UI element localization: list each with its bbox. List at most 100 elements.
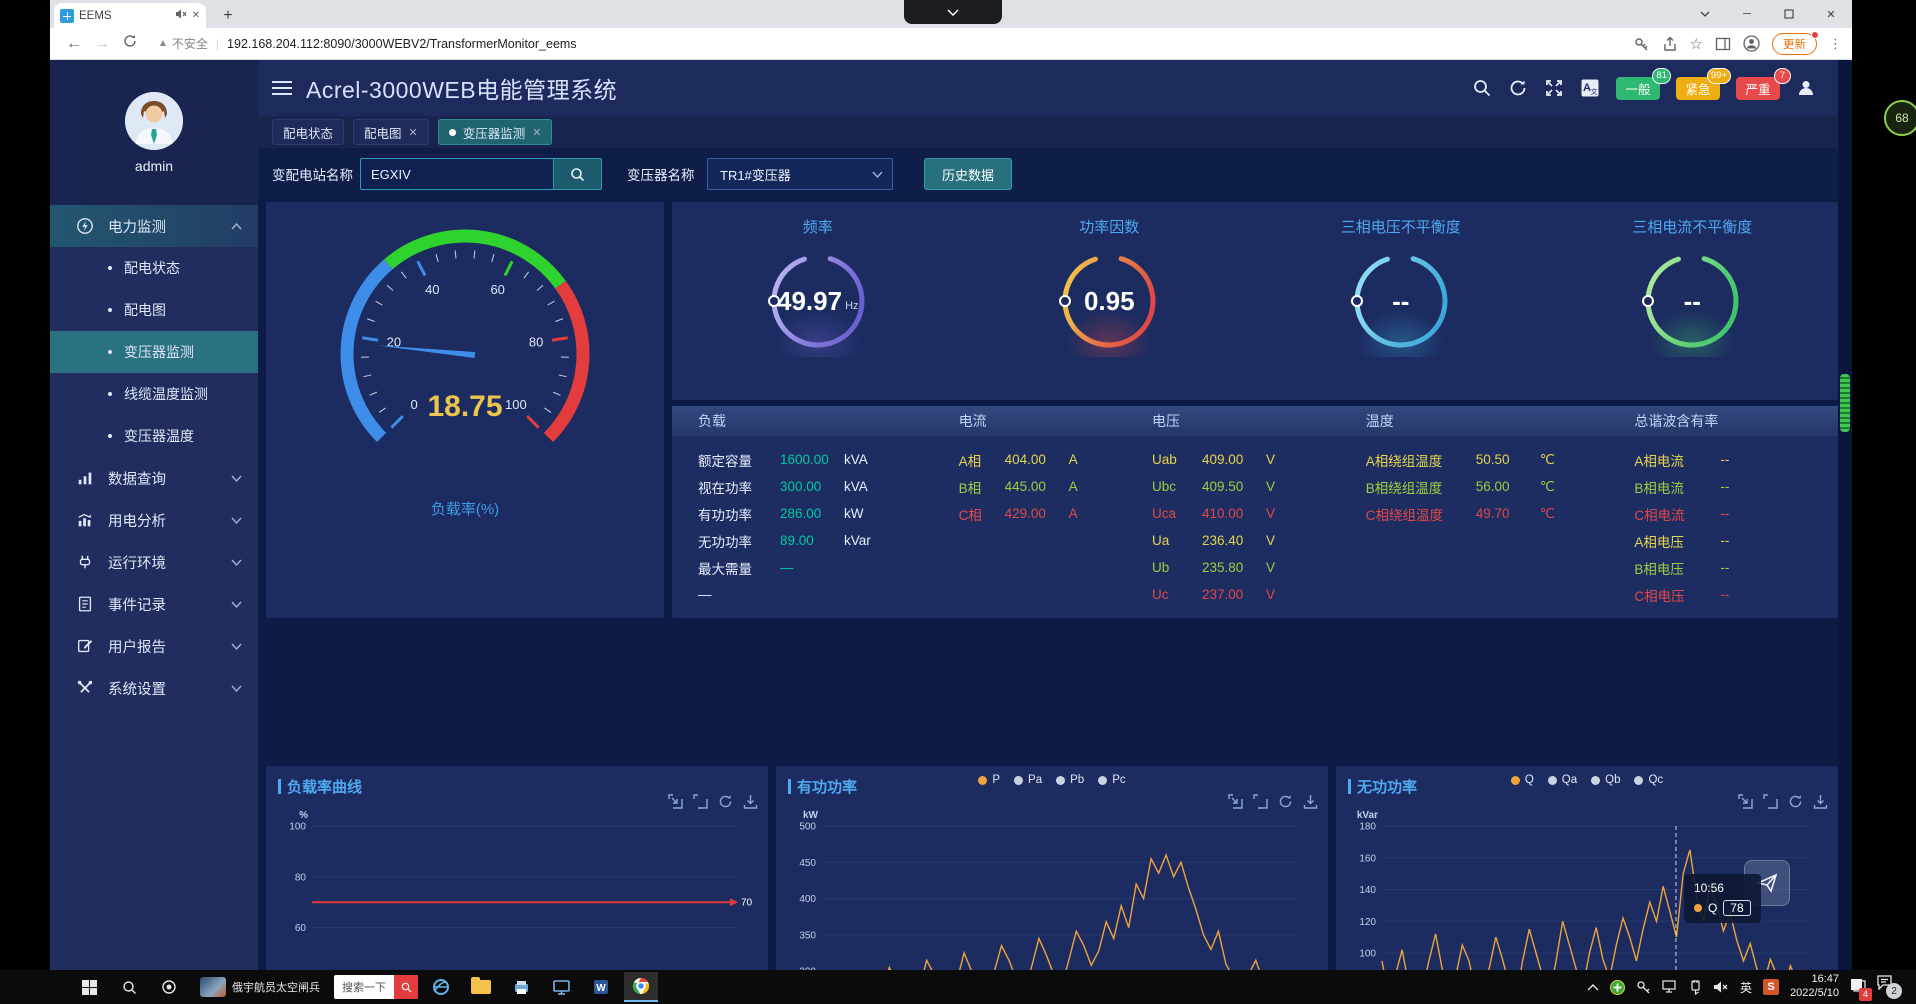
side-panel-icon[interactable] — [1715, 36, 1731, 52]
tab-配电图[interactable]: 配电图✕ — [353, 119, 429, 145]
legend-item-Qc[interactable]: Qc — [1634, 774, 1663, 786]
transformer-select[interactable]: TR1#变压器 — [707, 158, 893, 190]
tab-close-icon[interactable]: ✕ — [192, 10, 200, 21]
sidebar-subitem-线缆温度监测[interactable]: 线缆温度监测 — [50, 373, 258, 415]
alarm-badge-一般[interactable]: 一般81 — [1616, 77, 1660, 100]
tab-audio-muted-icon[interactable] — [175, 8, 187, 23]
tray-volume-muted-icon[interactable] — [1713, 980, 1729, 994]
legend-item-Q[interactable]: Q — [1511, 774, 1534, 786]
taskbar-search-box[interactable]: 搜索一下 — [334, 975, 418, 999]
sidebar-item-用户报告[interactable]: 用户报告 — [50, 625, 258, 667]
history-data-button[interactable]: 历史数据 — [924, 158, 1012, 190]
reload-button[interactable] — [116, 34, 144, 53]
sidebar-item-电力监测[interactable]: 电力监测 — [50, 205, 258, 247]
download-icon[interactable] — [743, 794, 758, 809]
avatar[interactable] — [125, 92, 183, 150]
chart-plot-area[interactable]: 100806040200%00:0001:2402:4804:1205:3607… — [272, 810, 762, 970]
sidebar-item-系统设置[interactable]: 系统设置 — [50, 667, 258, 709]
forward-button[interactable]: → — [88, 35, 116, 53]
window-minimize-button[interactable]: ─ — [1726, 0, 1768, 28]
ie-icon[interactable] — [424, 972, 458, 1002]
tray-chevron-icon[interactable] — [1587, 983, 1599, 991]
search-go-button[interactable] — [394, 975, 418, 999]
file-explorer-icon[interactable] — [464, 972, 498, 1002]
refresh-icon[interactable] — [1508, 78, 1528, 98]
zoom-select-icon[interactable] — [668, 794, 683, 809]
app-icon-monitor[interactable] — [544, 972, 578, 1002]
alarm-badge-严重[interactable]: 严重7 — [1736, 77, 1780, 100]
new-tab-button[interactable]: + — [218, 6, 238, 26]
window-menu-chevron-icon[interactable] — [1684, 0, 1726, 28]
app-icon-printer[interactable] — [504, 972, 538, 1002]
sidebar-item-用电分析[interactable]: 用电分析 — [50, 499, 258, 541]
app-icon-word[interactable]: W — [584, 972, 618, 1002]
download-icon[interactable] — [1813, 794, 1828, 809]
taskbar-search-icon[interactable] — [112, 972, 146, 1002]
station-name-input[interactable]: EGXIV — [360, 158, 554, 190]
tray-keys-icon[interactable] — [1636, 980, 1651, 995]
refresh-icon[interactable] — [1278, 794, 1293, 809]
station-search-button[interactable] — [554, 158, 602, 190]
tab-配电状态[interactable]: 配电状态 — [272, 119, 344, 145]
sidebar-item-数据查询[interactable]: 数据查询 — [50, 457, 258, 499]
close-icon[interactable]: ✕ — [409, 126, 418, 139]
legend-item-Qb[interactable]: Qb — [1591, 774, 1620, 786]
action-center-icon[interactable]: 2 — [1877, 975, 1902, 999]
legend-item-Pb[interactable]: Pb — [1056, 774, 1084, 786]
zoom-reset-icon[interactable] — [1253, 794, 1268, 809]
address-bar[interactable]: ▲ 不安全 | 192.168.204.112:8090/3000WEBV2/T… — [158, 35, 1634, 52]
chrome-icon-active[interactable] — [624, 972, 658, 1002]
screencast-overlay[interactable] — [904, 0, 1002, 24]
back-button[interactable]: ← — [60, 35, 88, 53]
cortana-icon[interactable] — [152, 972, 186, 1002]
search-icon[interactable] — [1472, 78, 1492, 98]
legend-item-Pa[interactable]: Pa — [1014, 774, 1042, 786]
update-button[interactable]: 更新 — [1772, 33, 1817, 55]
scrollbar-thumb[interactable] — [1840, 374, 1850, 432]
zoom-reset-icon[interactable] — [693, 794, 708, 809]
alarm-badge-紧急[interactable]: 紧急99+ — [1676, 77, 1720, 100]
tray-network-icon[interactable] — [1662, 980, 1678, 994]
window-maximize-button[interactable] — [1768, 0, 1810, 28]
svg-text:W: W — [596, 983, 606, 994]
zoom-reset-icon[interactable] — [1763, 794, 1778, 809]
tray-s-app-icon[interactable]: S — [1763, 979, 1779, 995]
close-icon[interactable]: ✕ — [532, 126, 541, 139]
legend-item-Qa[interactable]: Qa — [1548, 774, 1577, 786]
user-icon[interactable] — [1796, 78, 1816, 98]
password-key-icon[interactable] — [1634, 36, 1650, 52]
chart-plot-area[interactable]: 500450400350300250200150kW00:0001:2402:4… — [782, 810, 1322, 970]
bookmark-star-icon[interactable]: ☆ — [1690, 35, 1703, 53]
profile-avatar-icon[interactable] — [1743, 35, 1760, 52]
translate-icon[interactable]: A文 — [1580, 78, 1600, 98]
refresh-icon[interactable] — [1788, 794, 1803, 809]
news-widget[interactable]: 俄宇航员太空闸兵 — [192, 972, 328, 1002]
sidebar-subitem-变压器监测[interactable]: 变压器监测 — [50, 331, 258, 373]
sidebar-subitem-配电图[interactable]: 配电图 — [50, 289, 258, 331]
fullscreen-icon[interactable] — [1544, 78, 1564, 98]
window-close-button[interactable]: ✕ — [1810, 0, 1852, 28]
page-scrollbar[interactable] — [1838, 60, 1852, 970]
legend-item-Pc[interactable]: Pc — [1098, 774, 1125, 786]
tray-antivirus-icon[interactable] — [1610, 980, 1625, 995]
zoom-select-icon[interactable] — [1228, 794, 1243, 809]
notification-app-icon[interactable]: 4 — [1850, 978, 1866, 997]
hamburger-menu-icon[interactable] — [272, 81, 292, 95]
browser-tab[interactable]: EEMS ✕ — [54, 3, 206, 28]
refresh-icon[interactable] — [718, 794, 733, 809]
sidebar-item-运行环境[interactable]: 运行环境 — [50, 541, 258, 583]
download-icon[interactable] — [1303, 794, 1318, 809]
tray-usb-icon[interactable] — [1689, 980, 1702, 995]
start-button[interactable] — [72, 972, 106, 1002]
sidebar-subitem-变压器温度[interactable]: 变压器温度 — [50, 415, 258, 457]
sidebar-subitem-配电状态[interactable]: 配电状态 — [50, 247, 258, 289]
legend-item-P[interactable]: P — [978, 774, 1000, 786]
share-icon[interactable] — [1662, 36, 1678, 52]
taskbar-clock[interactable]: 16:47 2022/5/10 — [1790, 973, 1839, 1001]
floating-badge[interactable]: 68 — [1884, 100, 1916, 136]
tab-变压器监测[interactable]: 变压器监测✕ — [438, 119, 553, 145]
sidebar-item-事件记录[interactable]: 事件记录 — [50, 583, 258, 625]
input-language-indicator[interactable]: 英 — [1740, 979, 1752, 996]
zoom-select-icon[interactable] — [1738, 794, 1753, 809]
browser-menu-icon[interactable]: ⋮ — [1829, 36, 1842, 52]
